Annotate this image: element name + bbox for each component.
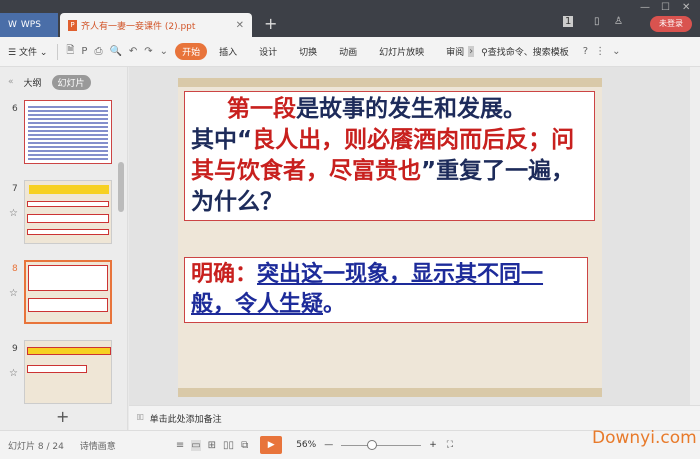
tab-transition[interactable]: 切换 (299, 45, 317, 58)
skin-icon[interactable]: ♙ (614, 16, 623, 27)
slide-thumbnail-7[interactable]: 7 ☆ (0, 180, 120, 248)
answer-end: 。 (323, 292, 346, 317)
share-icon[interactable]: ▯ (594, 16, 600, 27)
notes-toggle-icon[interactable]: ≡ (176, 440, 184, 451)
app-tab-label: WPS (20, 20, 41, 30)
notes-placeholder[interactable]: 单击此处添加备注 (150, 412, 222, 425)
question-textbox[interactable]: 第一段是故事的发生和发展。 其中“良人出，则必餍酒肉而后反；问其与饮食者，尽富贵… (184, 91, 595, 221)
zoom-slider[interactable] (341, 439, 422, 450)
slide-canvas: 第一段是故事的发生和发展。 其中“良人出，则必餍酒肉而后反；问其与饮食者，尽富贵… (129, 67, 700, 405)
slide-thumbnail-9[interactable]: 9 ☆ (0, 340, 120, 408)
slide-panel: « 大纲 幻灯片 6 7 ☆ 8 ☆ 9 ☆ + (0, 67, 128, 430)
canvas-scrollbar[interactable] (690, 67, 700, 405)
reading-view-icon[interactable]: ▯▯ (223, 440, 234, 451)
body-text: 其中“ (191, 127, 253, 153)
redo-icon[interactable]: ↷ (144, 46, 152, 57)
thumbnail-image (24, 180, 112, 244)
tab-review[interactable]: 审阅 (446, 45, 464, 58)
close-tab-icon[interactable]: ✕ (236, 20, 244, 31)
tab-outline[interactable]: 大纲 (24, 76, 42, 89)
watermark: Downyi.com (592, 428, 697, 448)
tab-animation[interactable]: 动画 (339, 45, 357, 58)
slide-number: 8 (12, 264, 18, 274)
title-bar: W WPS P 齐人有一妻一妾课件 (2).ppt ✕ + — ☐ ✕ 1 ▯ ♙ 未… (0, 0, 700, 37)
thumbnail-image (24, 340, 112, 404)
zoom-in-button[interactable]: + (429, 440, 437, 450)
tab-insert[interactable]: 插入 (219, 45, 237, 58)
tab-design[interactable]: 设计 (259, 45, 277, 58)
ribbon-toolbar: ☰ 文件 ⌄ 🗎 P ⎙ 🔍 ↶ ↷ ⌄ 开始 插入 设计 切换 动画 幻灯片放… (0, 37, 700, 67)
collapse-panel-icon[interactable]: « (8, 77, 14, 87)
save-icon[interactable]: 🗎 (66, 43, 74, 60)
file-menu[interactable]: ☰ 文件 ⌄ (8, 45, 47, 58)
normal-view-icon[interactable]: ▭ (191, 439, 201, 451)
new-tab-button[interactable]: + (264, 14, 277, 33)
zoom-out-button[interactable]: — (324, 440, 333, 450)
answer-textbox[interactable]: 明确：突出这一现象，显示其不同一般，令人生疑。 (184, 257, 588, 323)
login-button[interactable]: 未登录 (650, 16, 692, 32)
current-slide[interactable]: 第一段是故事的发生和发展。 其中“良人出，则必餍酒肉而后反；问其与饮食者，尽富贵… (178, 78, 602, 397)
body-text: 是故事的发生和发展。 (296, 96, 526, 122)
slide-sorter-icon[interactable]: ⊞ (208, 440, 216, 451)
search-commands[interactable]: ⚲查找命令、搜索模板 (481, 45, 569, 58)
animation-star-icon: ☆ (9, 368, 18, 379)
divider (57, 43, 59, 60)
thumbnail-image (24, 100, 112, 164)
tab-slides[interactable]: 幻灯片 (51, 74, 91, 90)
search-commands-label: 查找命令、搜索模板 (487, 48, 569, 58)
tab-start[interactable]: 开始 (175, 43, 208, 60)
notes-bar[interactable]: 🗉 单击此处添加备注 (129, 405, 700, 430)
slide-number: 9 (12, 344, 18, 354)
print-icon[interactable]: ⎙ (94, 46, 102, 57)
slide-thumbnail-8[interactable]: 8 ☆ (0, 260, 120, 328)
maximize-button[interactable]: ☐ (661, 2, 670, 13)
zoom-slider-thumb[interactable] (367, 439, 378, 450)
collapse-ribbon-icon[interactable]: ⌄ (612, 46, 620, 57)
undo-icon[interactable]: ↶ (129, 46, 137, 57)
help-icon[interactable]: ? (583, 46, 588, 57)
tab-slideshow[interactable]: 幻灯片放映 (379, 45, 424, 58)
print-preview-icon[interactable]: 🔍 (109, 46, 121, 57)
slide-number: 6 (12, 104, 18, 114)
zoom-level[interactable]: 56% (296, 440, 316, 450)
ppt-file-icon: P (68, 19, 77, 31)
slide-position: 幻灯片 8 / 24 (8, 441, 64, 452)
minimize-button[interactable]: — (640, 2, 650, 13)
animation-star-icon: ☆ (9, 288, 18, 299)
wps-logo-icon: W (8, 20, 17, 30)
scroll-tabs-right-icon[interactable]: › (468, 46, 475, 57)
fit-window-icon[interactable]: ⛶ (447, 440, 453, 450)
animation-star-icon: ☆ (9, 208, 18, 219)
more-quick-icon[interactable]: ⌄ (160, 46, 168, 57)
highlight-text: 第一段 (227, 96, 296, 122)
document-tab-label: 齐人有一妻一妾课件 (2).ppt (81, 21, 196, 32)
document-tab[interactable]: P 齐人有一妻一妾课件 (2).ppt ✕ (60, 13, 252, 37)
more-icon[interactable]: ⋮ (595, 46, 605, 57)
slide-thumbnail-6[interactable]: 6 (0, 100, 120, 168)
close-window-button[interactable]: ✕ (682, 2, 690, 13)
slide-number: 7 (12, 184, 18, 194)
window-count-badge[interactable]: 1 (563, 16, 574, 27)
theme-name[interactable]: 诗情画意 (80, 439, 116, 452)
wps-home-tab[interactable]: W WPS (0, 13, 58, 37)
panel-scrollbar[interactable] (118, 162, 124, 212)
presenter-icon[interactable]: ⧉ (241, 440, 248, 451)
thumbnail-image (24, 260, 112, 324)
add-slide-button[interactable]: + (56, 407, 69, 426)
play-slideshow-button[interactable]: ▶ (260, 436, 283, 454)
notes-icon: 🗉 (137, 413, 144, 423)
file-menu-label: 文件 (18, 48, 37, 58)
format-painter-icon[interactable]: P (81, 46, 87, 57)
answer-label: 明确： (191, 262, 258, 287)
